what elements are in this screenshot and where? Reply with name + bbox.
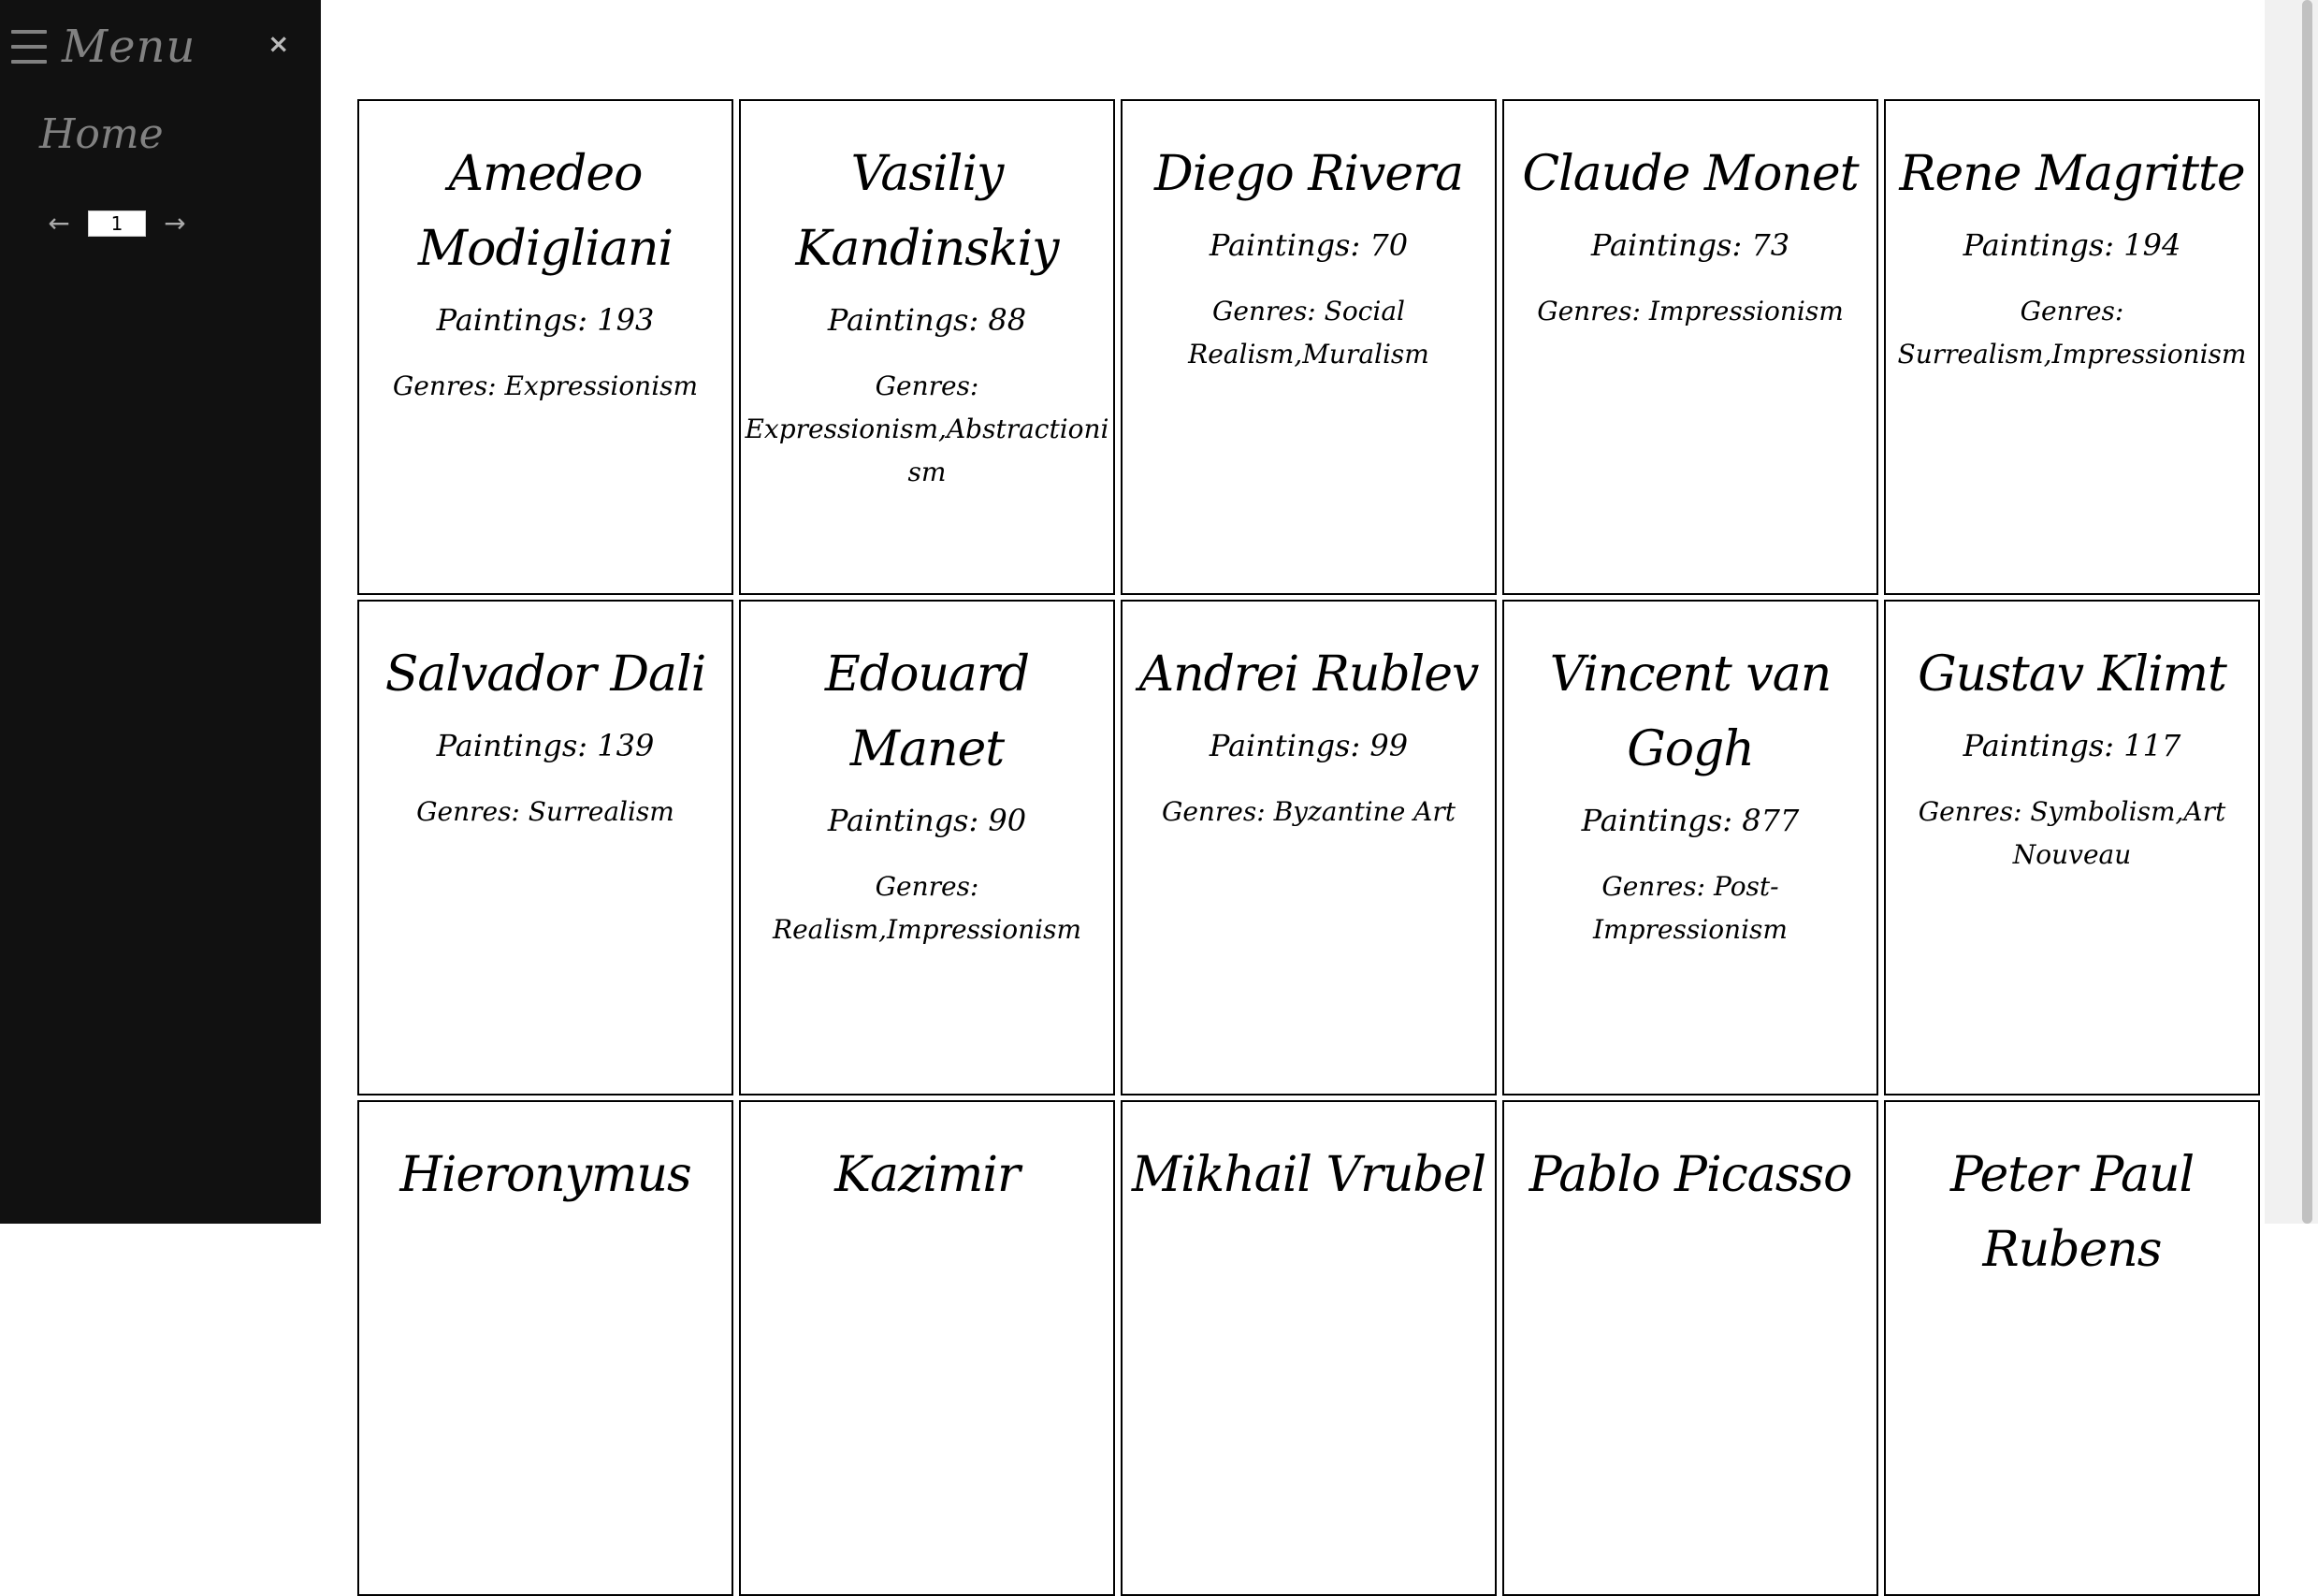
artist-paintings: Paintings: 194 bbox=[1963, 227, 2181, 263]
artist-name: Claude Monet bbox=[1522, 146, 1859, 202]
artist-genres: Genres: Realism,Impressionism bbox=[772, 871, 1082, 945]
sidebar: Menu × Home ← → bbox=[0, 0, 321, 1224]
menu-title: Menu bbox=[62, 21, 196, 73]
artist-genres: Genres: Byzantine Art bbox=[1161, 796, 1456, 827]
artist-name: Hieronymus bbox=[399, 1147, 691, 1203]
artist-name: Andrei Rublev bbox=[1138, 646, 1480, 703]
artist-name: Kazimir bbox=[834, 1147, 1021, 1203]
artist-genres: Genres: Expressionism,Abstractionism bbox=[745, 370, 1109, 487]
artist-paintings: Paintings: 139 bbox=[436, 728, 655, 763]
artist-genres: Genres: Surrealism bbox=[416, 796, 674, 827]
main-content: Amedeo Modigliani Paintings: 193 Genres:… bbox=[321, 0, 2265, 1596]
vertical-scrollbar[interactable] bbox=[2265, 0, 2318, 1224]
artist-paintings: Paintings: 117 bbox=[1963, 728, 2181, 763]
artist-card[interactable]: Diego Rivera Paintings: 70 Genres: Socia… bbox=[1121, 99, 1497, 595]
artist-card[interactable]: Gustav Klimt Paintings: 117 Genres: Symb… bbox=[1884, 600, 2260, 1095]
artist-name: Pablo Picasso bbox=[1528, 1147, 1853, 1203]
artist-name: Rene Magritte bbox=[1899, 146, 2245, 202]
menu-header: Menu bbox=[11, 21, 196, 73]
hamburger-menu-icon[interactable] bbox=[11, 30, 47, 64]
artist-card[interactable]: Edouard Manet Paintings: 90 Genres: Real… bbox=[739, 600, 1115, 1095]
artist-card[interactable]: Rene Magritte Paintings: 194 Genres: Sur… bbox=[1884, 99, 2260, 595]
artist-name: Mikhail Vrubel bbox=[1131, 1147, 1486, 1203]
artist-genres: Genres: Post-Impressionism bbox=[1593, 871, 1788, 945]
artist-card[interactable]: Andrei Rublev Paintings: 99 Genres: Byza… bbox=[1121, 600, 1497, 1095]
artist-card[interactable]: Kazimir bbox=[739, 1100, 1115, 1596]
artist-paintings: Paintings: 193 bbox=[436, 302, 655, 338]
artist-card[interactable]: Pablo Picasso bbox=[1502, 1100, 1878, 1596]
arrow-right-icon[interactable]: → bbox=[159, 208, 191, 239]
artist-genres: Genres: Surrealism,Impressionism bbox=[1897, 296, 2247, 370]
artist-genres: Genres: Social Realism,Muralism bbox=[1188, 296, 1429, 370]
artist-genres: Genres: Symbolism,Art Nouveau bbox=[1918, 796, 2226, 870]
scrollbar-thumb[interactable] bbox=[2302, 0, 2312, 1224]
arrow-left-icon[interactable]: ← bbox=[43, 208, 75, 239]
artist-paintings: Paintings: 88 bbox=[827, 302, 1027, 338]
artist-card[interactable]: Peter Paul Rubens bbox=[1884, 1100, 2260, 1596]
artist-name: Edouard Manet bbox=[824, 646, 1030, 777]
pagination: ← → bbox=[43, 208, 191, 239]
artist-card[interactable]: Amedeo Modigliani Paintings: 193 Genres:… bbox=[357, 99, 733, 595]
artist-name: Amedeo Modigliani bbox=[417, 146, 674, 277]
artist-paintings: Paintings: 877 bbox=[1581, 803, 1800, 838]
artist-name: Gustav Klimt bbox=[1918, 646, 2227, 703]
home-link[interactable]: Home bbox=[39, 110, 164, 158]
artist-paintings: Paintings: 70 bbox=[1209, 227, 1409, 263]
artist-name: Vincent van Gogh bbox=[1549, 646, 1832, 777]
artist-paintings: Paintings: 99 bbox=[1209, 728, 1409, 763]
artist-card[interactable]: Claude Monet Paintings: 73 Genres: Impre… bbox=[1502, 99, 1878, 595]
artist-paintings: Paintings: 90 bbox=[827, 803, 1027, 838]
artist-name: Diego Rivera bbox=[1153, 146, 1464, 202]
artist-name: Peter Paul Rubens bbox=[1949, 1147, 2195, 1278]
page-number-input[interactable] bbox=[88, 210, 146, 237]
close-icon[interactable]: × bbox=[268, 28, 289, 59]
artist-grid: Amedeo Modigliani Paintings: 193 Genres:… bbox=[357, 99, 2260, 1596]
artist-paintings: Paintings: 73 bbox=[1590, 227, 1790, 263]
artist-name: Salvador Dali bbox=[384, 646, 707, 703]
artist-name: Vasiliy Kandinskiy bbox=[795, 146, 1060, 277]
artist-genres: Genres: Expressionism bbox=[392, 370, 699, 401]
artist-card[interactable]: Salvador Dali Paintings: 139 Genres: Sur… bbox=[357, 600, 733, 1095]
artist-card[interactable]: Mikhail Vrubel bbox=[1121, 1100, 1497, 1596]
artist-card[interactable]: Hieronymus bbox=[357, 1100, 733, 1596]
artist-card[interactable]: Vincent van Gogh Paintings: 877 Genres: … bbox=[1502, 600, 1878, 1095]
artist-card[interactable]: Vasiliy Kandinskiy Paintings: 88 Genres:… bbox=[739, 99, 1115, 595]
artist-genres: Genres: Impressionism bbox=[1537, 296, 1844, 326]
